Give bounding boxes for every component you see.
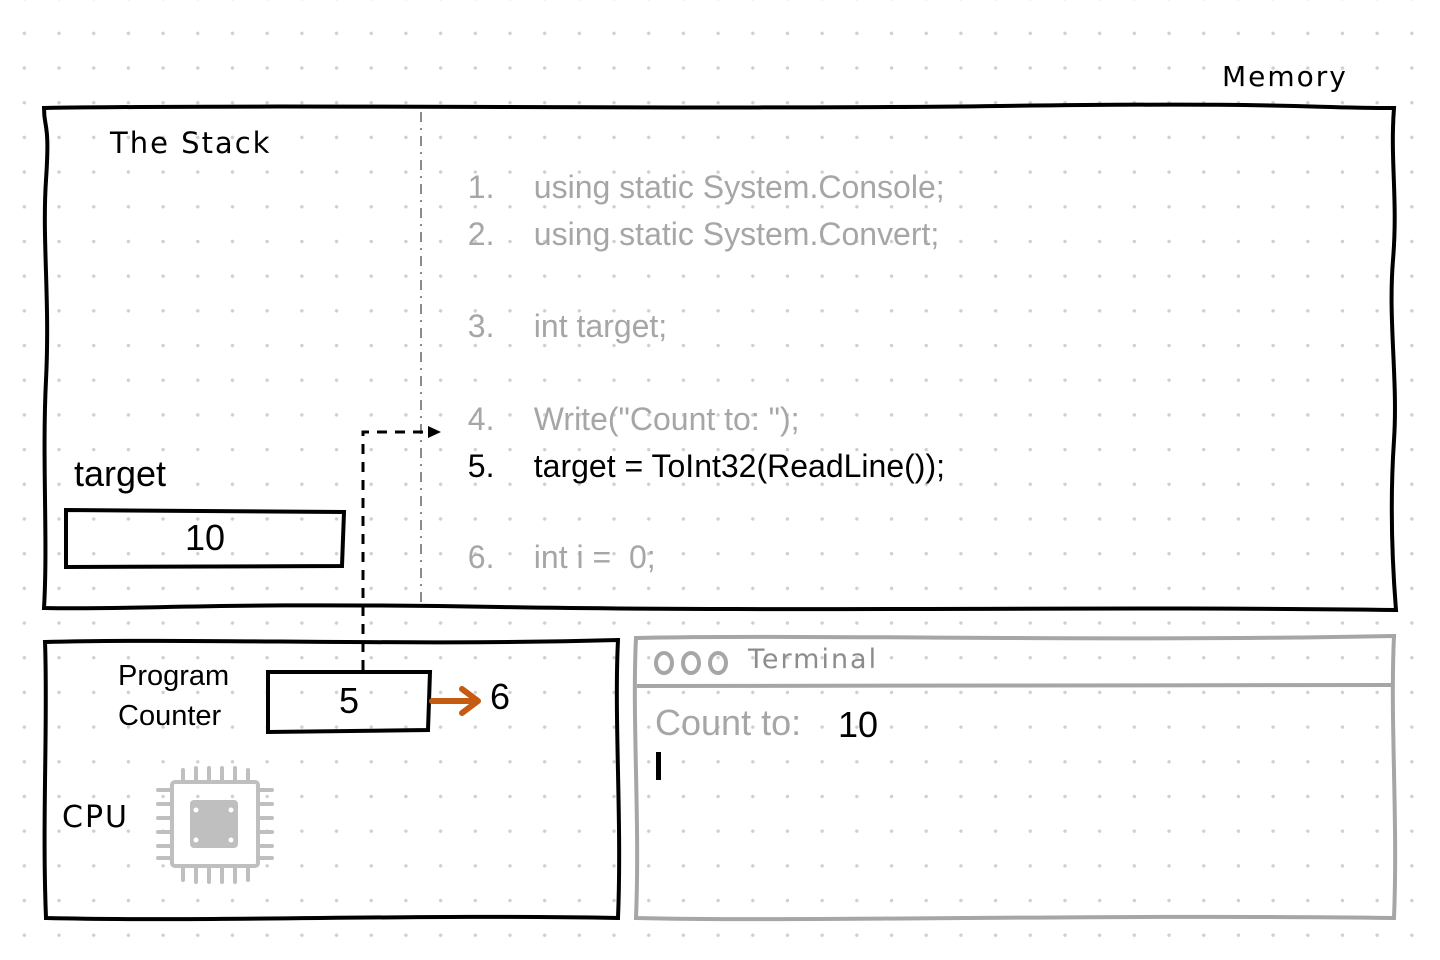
- program-counter-label-line1: Program: [118, 660, 230, 692]
- cpu-chip-icon: [156, 766, 274, 884]
- window-button-close: [654, 651, 674, 675]
- code-line: 2. using static System.Convert;: [450, 179, 939, 253]
- dashed-arrow-icon: [428, 426, 441, 438]
- code-line: 6. int i = 0;: [450, 502, 656, 576]
- line-text: using static System.Convert;: [533, 216, 940, 252]
- cpu-label: CPU: [62, 800, 129, 835]
- line-number: 6.: [467, 539, 495, 575]
- variable-value: 10: [184, 517, 226, 558]
- terminal-cursor: [656, 752, 661, 780]
- terminal-window-buttons: [654, 651, 728, 675]
- program-counter-next-value: 6: [490, 676, 511, 717]
- program-counter-value: 5: [338, 680, 360, 721]
- line-text: int target;: [533, 308, 668, 344]
- program-counter-label-line2: Counter: [118, 700, 222, 732]
- memory-title: Memory: [1222, 60, 1348, 93]
- terminal-prompt: Count to:: [655, 702, 802, 743]
- terminal-title: Terminal: [748, 644, 879, 675]
- line-text: int i = 0;: [533, 539, 656, 575]
- code-line-active: 5. target = ToInt32(ReadLine());: [450, 411, 945, 485]
- stack-title: The Stack: [110, 126, 272, 160]
- window-button-minimize: [681, 651, 701, 675]
- terminal-input-value: 10: [838, 704, 879, 745]
- line-text: target = ToInt32(ReadLine());: [533, 448, 945, 484]
- variable-name: target: [74, 453, 167, 494]
- line-number: 2.: [467, 216, 495, 252]
- window-button-maximize: [708, 651, 728, 675]
- terminal-titlebar-divider: [636, 683, 1394, 688]
- pointer-line: [361, 430, 426, 670]
- program-counter-label: Program Counter: [118, 656, 229, 736]
- line-number: 5.: [467, 448, 495, 484]
- terminal-frame: [632, 633, 1398, 922]
- code-line: 3. int target;: [450, 271, 667, 345]
- line-number: 3.: [467, 308, 495, 344]
